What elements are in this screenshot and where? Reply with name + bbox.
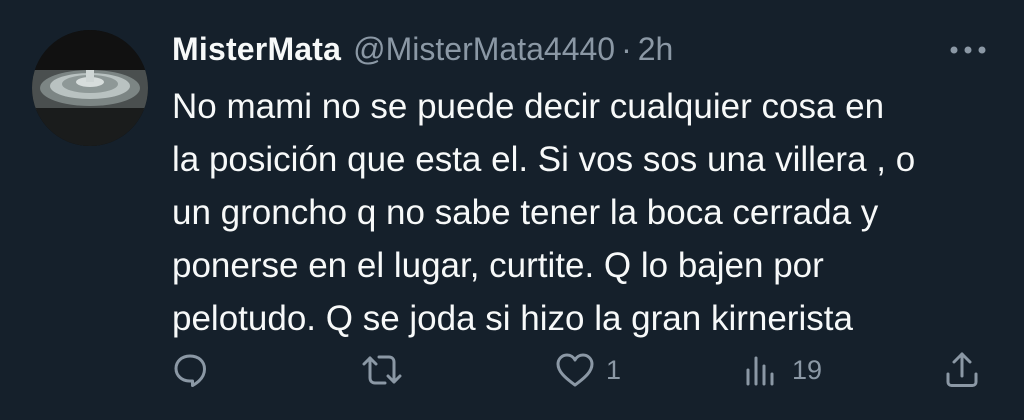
tweet-timestamp[interactable]: 2h <box>638 31 674 68</box>
more-options-button[interactable] <box>940 30 996 70</box>
avatar[interactable] <box>32 30 148 146</box>
tweet-text-line: ponerse en el lugar, curtite. Q lo bajen… <box>172 246 824 285</box>
tweet-text-line: la posición que esta el. Si vos sos una … <box>172 140 916 179</box>
share-button[interactable] <box>942 346 992 394</box>
tweet-text-line: No mami no se puede decir cualquier cosa… <box>172 87 885 126</box>
like-button[interactable]: 1 <box>554 346 621 394</box>
retweet-button[interactable] <box>360 346 414 394</box>
share-icon <box>946 352 978 387</box>
retweet-icon <box>362 355 402 385</box>
tweet-text-line: un groncho q no sabe tener la boca cerra… <box>172 193 879 232</box>
tweet-header: MisterMata @MisterMata4440 · 2h <box>172 26 673 72</box>
more-dots-icon <box>950 46 986 54</box>
author-name[interactable]: MisterMata <box>172 31 341 68</box>
author-handle[interactable]: @MisterMata4440 <box>353 31 615 68</box>
tweet-text-line: pelotudo. Q se joda si hizo la gran kirn… <box>172 299 853 338</box>
separator-dot: · <box>621 30 632 67</box>
views-icon <box>746 356 774 386</box>
heart-icon <box>556 353 594 387</box>
like-count: 1 <box>606 354 622 385</box>
avatar-image <box>32 30 148 146</box>
reply-button[interactable] <box>170 346 220 394</box>
views-button[interactable]: 19 <box>742 346 822 394</box>
views-count: 19 <box>792 354 823 385</box>
tweet-card[interactable]: MisterMata @MisterMata4440 · 2h No mami … <box>0 0 1024 420</box>
reply-icon <box>174 354 206 387</box>
tweet-text: No mami no se puede decir cualquier cosa… <box>172 80 992 345</box>
tweet-actions-bar: 1 19 <box>170 346 990 394</box>
